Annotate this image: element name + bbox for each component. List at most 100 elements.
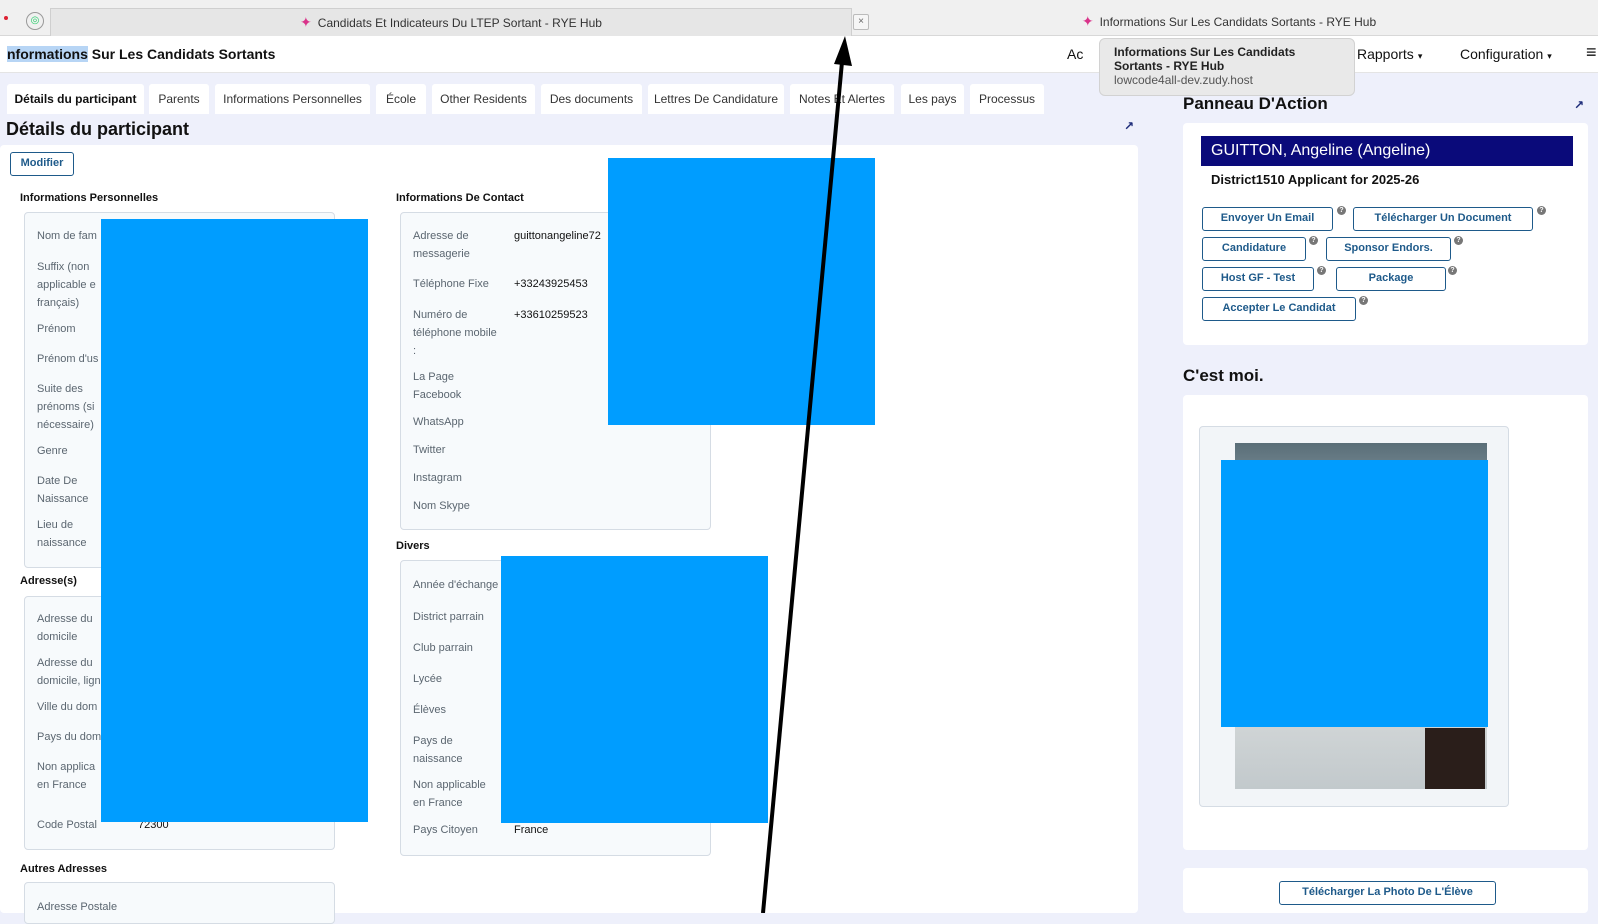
expand-icon[interactable]: ↗	[1574, 98, 1584, 112]
tooltip-title: Informations Sur Les Candidats Sortants …	[1114, 45, 1296, 73]
redaction-block	[1221, 460, 1488, 727]
help-icon[interactable]: ?	[1309, 236, 1318, 245]
student-photo-detail	[1425, 728, 1485, 789]
envoyer-email-button[interactable]: Envoyer Un Email	[1202, 207, 1333, 231]
contact-heading: Informations De Contact	[396, 192, 524, 204]
page-title-rest: Sur Les Candidats Sortants	[87, 46, 276, 62]
browser-tab-candidats[interactable]: ✦ Candidats Et Indicateurs Du LTEP Sorta…	[50, 8, 869, 36]
field-value-pays-citoyen: France	[514, 824, 549, 836]
package-button[interactable]: Package	[1336, 267, 1446, 291]
nav-item-rapports[interactable]: Rapports ▾	[1357, 46, 1422, 62]
browser-tab-informations[interactable]: ✦ Informations Sur Les Candidats Sortant…	[860, 8, 1598, 35]
field-label-adresse-postale: Adresse Postale	[37, 901, 118, 913]
field-label-adresse-domicile: Adresse du domicile	[37, 613, 93, 643]
modifier-button[interactable]: Modifier	[10, 152, 74, 176]
accepter-candidat-button[interactable]: Accepter Le Candidat	[1202, 297, 1356, 321]
tab-processus[interactable]: Processus	[970, 84, 1044, 114]
browser-tab-title: Candidats Et Indicateurs Du LTEP Sortant…	[317, 15, 602, 30]
tab-les-pays[interactable]: Les pays	[901, 84, 964, 114]
chevron-down-icon: ▾	[1547, 51, 1552, 61]
field-label-facebook: La Page Facebook	[413, 371, 462, 401]
field-label-pays-citoyen: Pays Citoyen	[413, 824, 478, 836]
tab-des-documents[interactable]: Des documents	[541, 84, 642, 114]
redaction-block	[501, 556, 768, 823]
field-label-district-parrain: District parrain	[413, 611, 484, 623]
field-value-mobile: +33610259523	[514, 309, 588, 321]
field-label-prenom-usage: Prénom d'us	[37, 353, 99, 365]
field-label-telephone-fixe: Téléphone Fixe	[413, 278, 489, 290]
field-label-instagram: Instagram	[413, 472, 462, 484]
field-value-telephone-fixe: +33243925453	[514, 278, 588, 290]
tab-other-residents[interactable]: Other Residents	[432, 84, 535, 114]
nav-item-label: Configuration	[1460, 46, 1544, 62]
tooltip-url: lowcode4all-dev.zudy.host	[1114, 73, 1253, 87]
field-label-nom: Nom de fam	[37, 230, 97, 242]
applicant-name-banner: GUITTON, Angeline (Angeline)	[1201, 136, 1573, 166]
help-icon[interactable]: ?	[1537, 206, 1546, 215]
field-label-mobile: Numéro de téléphone mobile :	[413, 309, 497, 357]
section-title: Détails du participant	[6, 119, 190, 139]
field-label-prenom: Prénom	[37, 323, 76, 335]
field-label-lieu-naissance: Lieu de naissance	[37, 519, 87, 549]
tab-notes-et-alertes[interactable]: Notes Et Alertes	[790, 84, 894, 114]
field-label-genre: Genre	[37, 445, 68, 457]
field-label-date-naissance: Date De Naissance	[37, 475, 89, 505]
sponsor-endors-button[interactable]: Sponsor Endors.	[1326, 237, 1451, 261]
tab-lettres-de-candidature[interactable]: Lettres De Candidature	[648, 84, 784, 114]
tab-informations-personnelles[interactable]: Informations Personnelles	[215, 84, 370, 114]
moi-title: C'est moi.	[1183, 366, 1264, 385]
help-icon[interactable]: ?	[1448, 266, 1457, 275]
chevron-down-icon: ▾	[1417, 51, 1423, 61]
field-label-non-applicable: Non applica en France	[37, 761, 96, 791]
tab-details-du-participant[interactable]: Détails du participant	[7, 84, 144, 114]
field-label-eleves: Élèves	[413, 704, 447, 716]
section-header: Détails du participant ↗	[0, 115, 1138, 145]
action-panel-title: Panneau D'Action	[1183, 94, 1328, 113]
field-label-whatsapp: WhatsApp	[413, 416, 464, 428]
browser-tab-title: Informations Sur Les Candidats Sortants …	[1099, 14, 1377, 29]
help-icon[interactable]: ?	[1317, 266, 1326, 275]
field-label-non-applicable-divers: Non applicable en France	[413, 779, 486, 809]
host-gf-test-button[interactable]: Host GF - Test	[1202, 267, 1314, 291]
divers-heading: Divers	[396, 540, 430, 552]
rye-hub-favicon-icon: ✦	[300, 14, 312, 30]
menu-icon[interactable]: ≡	[1586, 42, 1597, 63]
help-icon[interactable]: ?	[1454, 236, 1463, 245]
field-label-pays-naissance: Pays de naissance	[413, 735, 463, 765]
page-title-selected-text: nformations	[7, 46, 88, 62]
window-control-dot[interactable]	[4, 16, 8, 20]
telecharger-photo-button[interactable]: Télécharger La Photo De L'Élève	[1279, 881, 1496, 905]
candidature-button[interactable]: Candidature	[1202, 237, 1306, 261]
browser-tab-strip: ◎ ✦ Candidats Et Indicateurs Du LTEP Sor…	[0, 0, 1598, 36]
field-label-pays-domicile: Pays du dom	[37, 731, 102, 743]
field-label-adresse-domicile-ligne: Adresse du domicile, lign	[37, 657, 101, 687]
nav-item-ac[interactable]: Ac	[1067, 46, 1083, 62]
redaction-block	[101, 219, 368, 822]
help-icon[interactable]: ?	[1337, 206, 1346, 215]
page-title: nformations Sur Les Candidats Sortants	[7, 46, 275, 62]
field-label-skype: Nom Skype	[413, 500, 470, 512]
rye-hub-favicon-icon: ✦	[1081, 13, 1094, 29]
tab-tooltip: Informations Sur Les Candidats Sortants …	[1099, 38, 1355, 96]
app-icon[interactable]: ◎	[26, 12, 44, 30]
app-header: nformations Sur Les Candidats Sortants A…	[0, 36, 1598, 73]
field-label-suffix: Suffix (non applicable e français)	[37, 261, 96, 309]
applicant-subtitle: District1510 Applicant for 2025-26	[1211, 172, 1420, 187]
field-label-ville-domicile: Ville du dom	[37, 701, 98, 713]
field-label-email: Adresse de messagerie	[413, 230, 470, 260]
tab-parents[interactable]: Parents	[149, 84, 209, 114]
field-label-suite-prenoms: Suite des prénoms (si nécessaire)	[37, 383, 95, 431]
telecharger-document-button[interactable]: Télécharger Un Document	[1353, 207, 1533, 231]
expand-icon[interactable]: ↗	[1124, 119, 1134, 133]
field-value-email: guittonangeline72	[514, 230, 601, 242]
nav-item-label: Ac	[1067, 46, 1084, 62]
nav-item-label: Rapports	[1357, 46, 1414, 62]
field-label-twitter: Twitter	[413, 444, 446, 456]
field-label-annee-echange: Année d'échange	[413, 579, 499, 591]
field-label-lycee: Lycée	[413, 673, 442, 685]
tab-ecole[interactable]: École	[376, 84, 426, 114]
addresses-heading: Adresse(s)	[20, 575, 77, 587]
personal-info-heading: Informations Personnelles	[20, 192, 159, 204]
help-icon[interactable]: ?	[1359, 296, 1368, 305]
nav-item-configuration[interactable]: Configuration ▾	[1460, 46, 1552, 62]
